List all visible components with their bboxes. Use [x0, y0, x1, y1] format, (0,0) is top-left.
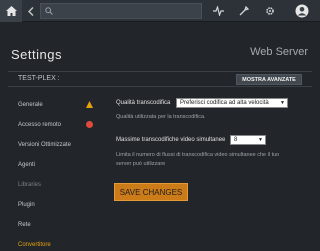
chevron-down-icon: ▼ [258, 137, 263, 143]
home-button[interactable] [0, 0, 22, 22]
sidebar-item-label: Agenti [18, 162, 36, 168]
transcoder-quality-help: Qualità utilizzata per la transcodifica. [116, 114, 206, 120]
activity-icon [212, 6, 224, 16]
sidebar-item-plugins[interactable]: Plugin [8, 195, 103, 215]
sidebar-item-network[interactable]: Rete [8, 215, 103, 235]
back-button[interactable] [22, 0, 40, 22]
transcoder-quality-label: Qualità transcodifica [116, 100, 171, 106]
chevron-down-icon: ▼ [280, 100, 285, 106]
sidebar-item-label: Versioni Ottimizzate [18, 142, 72, 148]
sidebar-item-label: Convertitore [18, 242, 51, 248]
sidebar-item-remote-access[interactable]: Accesso remoto [8, 115, 103, 135]
tools-button[interactable] [234, 0, 254, 22]
sidebar-item-label: Plugin [18, 202, 35, 208]
transcoder-quality-value: Preferisci codifica ad alta velocità [180, 100, 269, 106]
activity-button[interactable] [208, 0, 228, 22]
server-bar: TEST-PLEX : MOSTRA AVANZATE [8, 71, 312, 87]
sidebar-item-label: Accesso remoto [18, 122, 62, 128]
top-bar [0, 0, 320, 22]
warning-icon [86, 101, 93, 108]
settings-button[interactable] [260, 0, 280, 22]
sidebar-item-general[interactable]: Generale [8, 95, 103, 115]
search-box[interactable] [40, 3, 202, 19]
sidebar-item-label: Generale [18, 102, 43, 108]
save-changes-button[interactable]: SAVE CHANGES [114, 183, 188, 201]
account-button[interactable] [290, 0, 314, 22]
section-title: Web Server [250, 46, 308, 58]
max-transcodes-value: 8 [234, 137, 238, 143]
page-title: Settings [11, 47, 62, 62]
transcoder-quality-select[interactable]: Preferisci codifica ad alta velocità ▼ [176, 98, 288, 108]
settings-icon [266, 7, 274, 15]
error-icon [86, 121, 93, 128]
sidebar-item-label: Rete [18, 222, 31, 228]
sidebar-item-optimized-versions[interactable]: Versioni Ottimizzate [8, 135, 103, 155]
search-input[interactable] [57, 6, 197, 16]
tools-icon [239, 6, 249, 16]
sidebar-item-agents[interactable]: Agenti [8, 155, 103, 175]
max-transcodes-select[interactable]: 8 ▼ [230, 135, 266, 145]
back-icon [28, 6, 34, 16]
server-name: TEST-PLEX : [18, 75, 60, 82]
sidebar-item-label: Libraries [18, 182, 42, 188]
home-icon [5, 6, 17, 16]
show-advanced-button[interactable]: MOSTRA AVANZATE [236, 74, 302, 85]
max-transcodes-help: Limita il numero di flussi di transcodif… [116, 152, 280, 167]
sidebar-item-libraries[interactable]: Libraries [8, 175, 103, 195]
search-icon [45, 7, 53, 15]
settings-sidebar: Generale Accesso remoto Versioni Ottimiz… [8, 95, 103, 251]
sidebar-item-transcoder[interactable]: Convertitore [8, 235, 103, 251]
max-transcodes-label: Massime transcodifiche video simultanee [116, 137, 226, 143]
account-icon [295, 4, 309, 18]
